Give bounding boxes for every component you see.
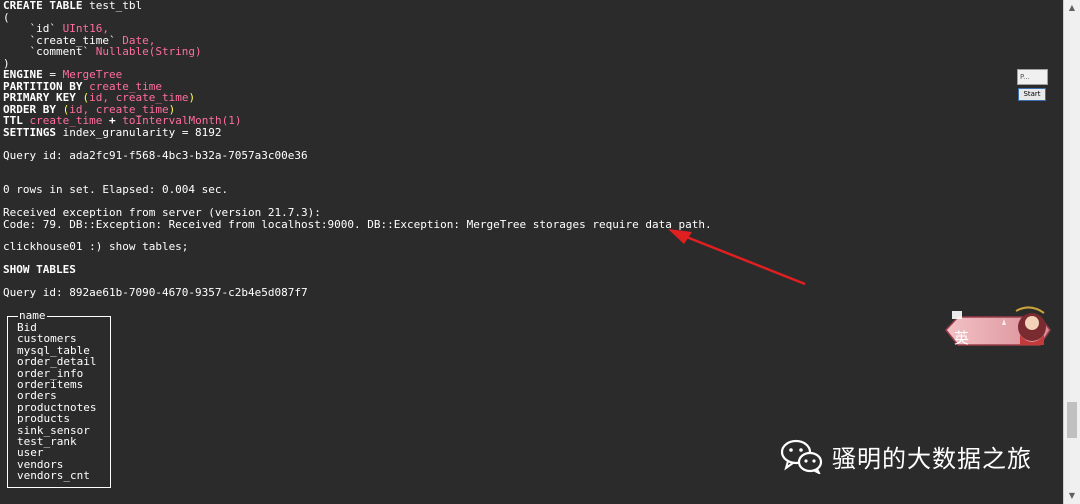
ime-badge[interactable]: 英: [944, 305, 1052, 355]
column-name: `comment`: [3, 45, 90, 58]
prompt-line[interactable]: clickhouse01 :) show tables;: [3, 241, 188, 253]
create-table-line: CREATE TABLE test_tbl: [3, 0, 142, 12]
query-id-line: Query id: ada2fc91-f568-4bc3-b32a-7057a3…: [3, 149, 308, 162]
settings-line: SETTINGS index_granularity = 8192: [3, 125, 222, 139]
wechat-icon: [780, 439, 823, 474]
watermark: 骚明的大数据之旅: [780, 436, 1032, 476]
terminal-window[interactable]: CREATE TABLE test_tbl ( `id` UInt16, `cr…: [0, 0, 1064, 504]
rows-elapsed-line: 0 rows in set. Elapsed: 0.004 sec.: [3, 183, 229, 196]
table-row: vendors_cnt: [17, 469, 90, 483]
paren: ): [188, 91, 196, 104]
keyword: CREATE TABLE: [3, 0, 83, 12]
start-widget: P... Start: [1017, 69, 1048, 102]
scrollbar-thumb[interactable]: [1067, 402, 1077, 438]
show-tables-line: SHOW TABLES: [3, 263, 76, 276]
result-table: name Bid customers mysql_table order_det…: [7, 310, 111, 488]
table-name: test_tbl: [82, 0, 143, 12]
settings-value: index_granularity = 8192: [55, 125, 222, 139]
start-button[interactable]: Start: [1018, 88, 1046, 101]
widget-top-field[interactable]: P...: [1017, 69, 1048, 85]
ime-label: 英: [954, 329, 970, 347]
table-row: order_detail: [17, 355, 97, 369]
exception-line: Received exception from server (version …: [3, 206, 321, 219]
scroll-up-icon[interactable]: ▲: [1064, 0, 1080, 16]
column-line: `comment` Nullable(String): [3, 45, 202, 58]
keyword: SETTINGS: [3, 125, 56, 139]
error-code-line: Code: 79. DB::Exception: Received from l…: [3, 217, 712, 231]
vertical-scrollbar[interactable]: ▲ ▼: [1063, 0, 1080, 504]
result-list: Bid customers mysql_table order_detail o…: [17, 322, 96, 482]
query-id-line: Query id: 892ae61b-7090-4670-9357-c2b4e5…: [3, 286, 308, 299]
scroll-down-icon[interactable]: ▼: [1064, 488, 1080, 504]
column-type: Nullable(String): [89, 45, 202, 58]
table-row: products: [17, 412, 70, 426]
shirt-icon: [952, 311, 962, 319]
watermark-text: 骚明的大数据之旅: [832, 444, 1032, 473]
